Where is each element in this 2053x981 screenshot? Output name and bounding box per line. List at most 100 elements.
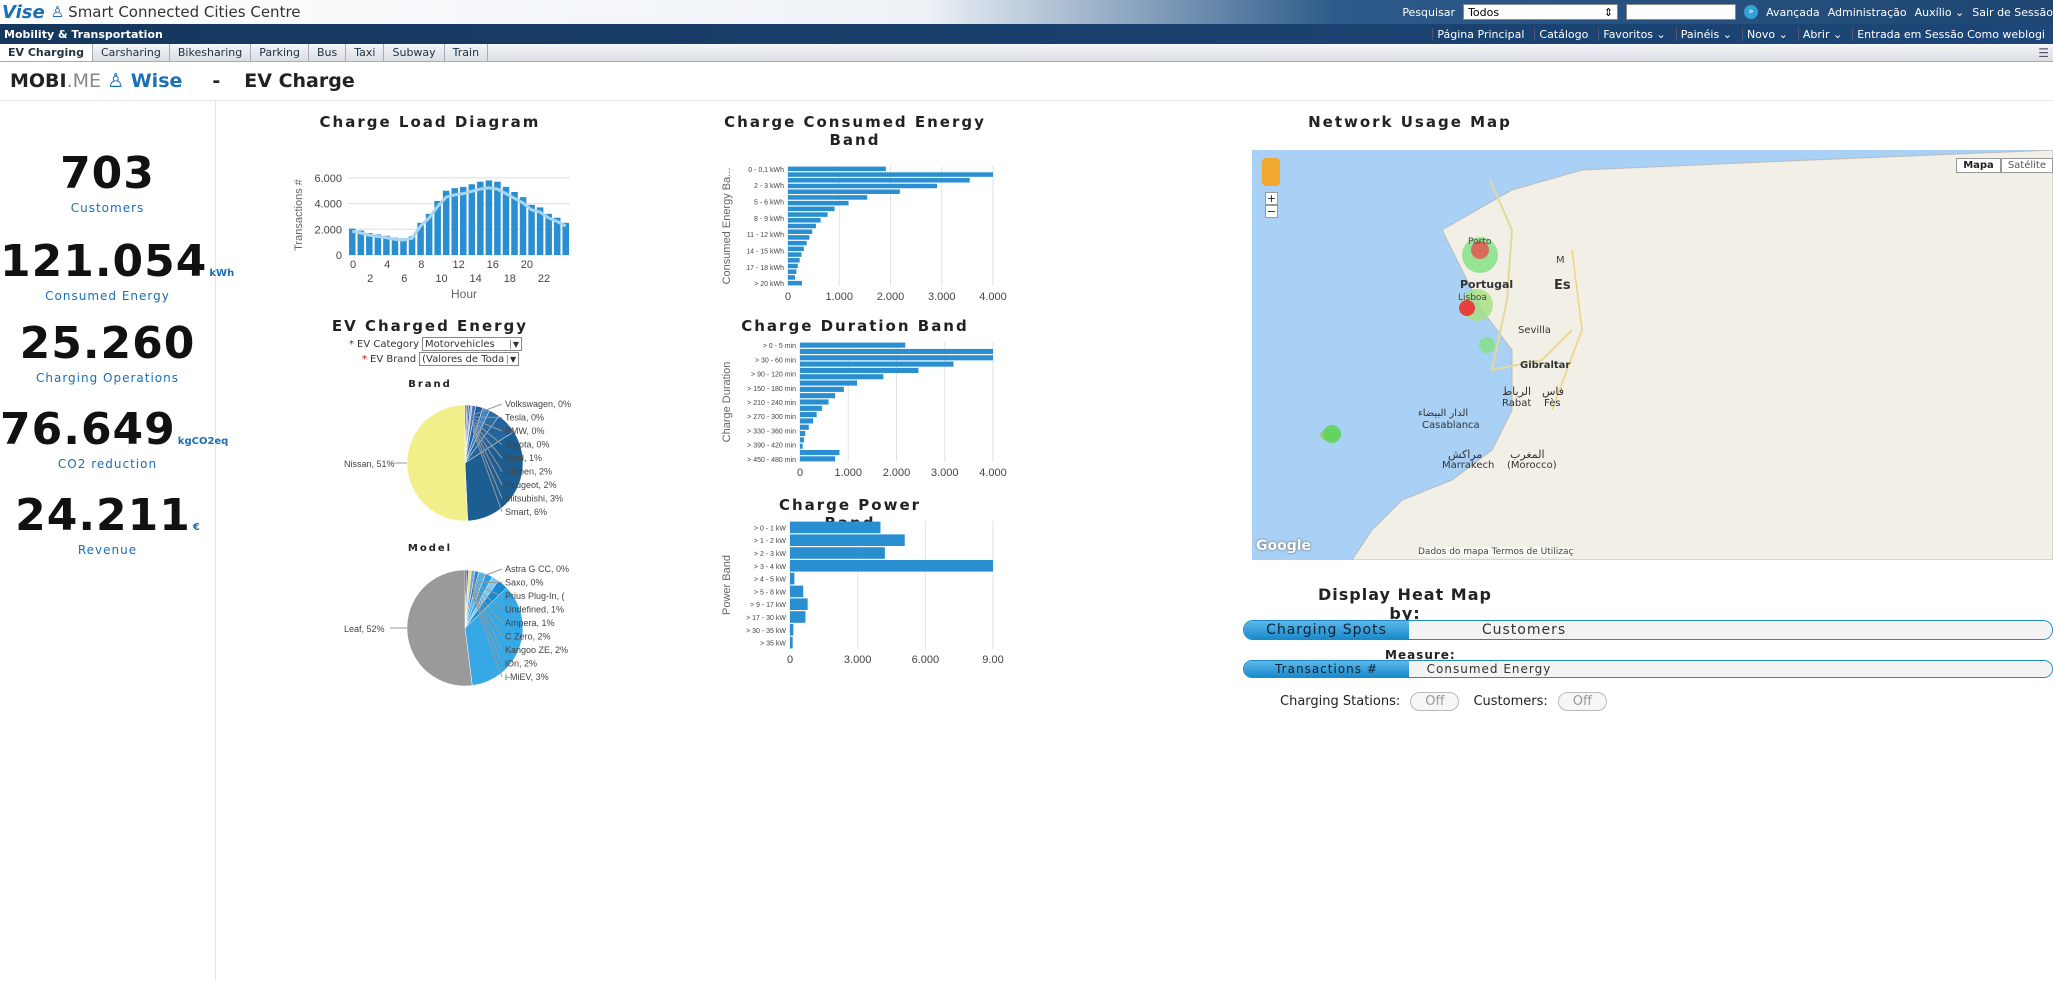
tab-carsharing[interactable]: Carsharing (93, 44, 170, 61)
map-label: Rabat (1502, 398, 1532, 409)
bar (790, 534, 905, 546)
ev-brand-select[interactable]: (Valores de Todas as▼ (419, 352, 520, 366)
home-link[interactable]: Página Principal (1432, 27, 1528, 41)
tab-parking[interactable]: Parking (251, 44, 310, 61)
open-menu[interactable]: Abrir ⌄ (1797, 27, 1846, 41)
charging-stations-toggle[interactable]: Off (1410, 692, 1460, 711)
tab-ev-charging[interactable]: EV Charging (0, 44, 93, 61)
kpi-unit: kWh (209, 268, 235, 279)
search-go-icon[interactable]: » (1744, 5, 1759, 19)
pie-slice (406, 569, 473, 687)
heatmap-by-charging-spots[interactable]: Charging Spots (1244, 621, 1409, 639)
bar (788, 195, 868, 200)
leader-line (472, 581, 503, 583)
bar (800, 437, 804, 443)
bar (788, 178, 970, 183)
pegman-icon[interactable] (1262, 158, 1280, 186)
pie-label: Opel, 1% (505, 453, 542, 463)
customers-toggle[interactable]: Off (1557, 692, 1607, 711)
measure-more[interactable] (1569, 661, 2052, 677)
map-title: Network Usage Map (1308, 113, 1512, 131)
model-pie-title: Model (407, 543, 453, 554)
kpi-charging-operations: 25.260 Charging Operations (0, 318, 215, 385)
map-type-satellite-button[interactable]: Satélite (2000, 158, 2053, 173)
ev-category-select[interactable]: Motorvehicles ▼ (422, 337, 523, 351)
tab-train[interactable]: Train (445, 44, 489, 61)
kpi-value: 121.054 (0, 236, 208, 287)
bar (800, 380, 858, 386)
y-tick-label: > 9 - 17 kW (750, 602, 786, 609)
duration-band-chart: 0 1.000 2.000 3.000 4.000 > 0 - 5 min > 30 - 6… (721, 342, 1007, 479)
brand-logo: Vise (2, 1, 45, 23)
map-attribution[interactable]: Dados do mapa Termos de Utilizaç (1418, 547, 1574, 557)
admin-link[interactable]: Administração (1828, 6, 1907, 19)
y-tick-label: > 5 - 8 kW (754, 589, 786, 596)
advanced-search-link[interactable]: Avançada (1766, 6, 1820, 19)
search-label: Pesquisar (1402, 5, 1456, 19)
pie-label: Smart, 6% (505, 507, 547, 517)
customers-label: Customers: (1473, 694, 1548, 709)
ev-category-value: Motorvehicles (425, 338, 495, 350)
y-axis-label: Consumed Energy Ba... (721, 168, 733, 285)
zoom-in-icon[interactable]: + (1265, 192, 1278, 205)
pie-slice (406, 404, 468, 522)
kpi-value: 703 (60, 148, 155, 199)
y-tick-label: > 30 - 60 min (755, 357, 796, 364)
kpi-label: Revenue (77, 543, 138, 557)
signed-in-as[interactable]: Entrada em Sessão Como weblogi (1852, 27, 2049, 41)
heatmap-by-more[interactable] (1639, 621, 2052, 639)
app-title: Smart Connected Cities Centre (68, 3, 301, 21)
bar (800, 424, 809, 430)
tab-taxi[interactable]: Taxi (346, 44, 385, 61)
map-label: Sevilla (1518, 325, 1551, 336)
x-tick-label: 9.00 (982, 654, 1003, 665)
new-menu[interactable]: Novo ⌄ (1741, 27, 1792, 41)
x-tick-label: 1.000 (834, 467, 862, 479)
title-bar: Vise ♙ Smart Connected Cities Centre Pes… (0, 0, 2053, 24)
bar (788, 218, 821, 223)
map-type-map-button[interactable]: Mapa (1956, 158, 2001, 173)
bar (788, 258, 800, 263)
bar (502, 186, 510, 255)
kpi-label: Customers (70, 201, 145, 215)
catalog-link[interactable]: Catálogo (1534, 27, 1592, 41)
bar (788, 263, 798, 269)
bar (788, 223, 816, 229)
zoom-out-icon[interactable]: − (1265, 205, 1278, 218)
chevron-down-icon: ▼ (509, 339, 519, 349)
measure-consumed-energy[interactable]: Consumed Energy (1409, 661, 1569, 677)
bar (788, 172, 993, 177)
page-options-icon[interactable]: ☰ (2038, 46, 2049, 60)
x-tick-label: 4.000 (979, 291, 1007, 300)
map-type-control: Mapa Satélite (1956, 158, 2053, 173)
tab-subway[interactable]: Subway (384, 44, 445, 61)
y-axis-label: Charge Duration (721, 362, 733, 443)
bar (788, 200, 849, 206)
x-tick-label: 0 (785, 291, 791, 300)
y-axis-label: Transactions # (293, 178, 305, 251)
map-label: Porto (1468, 237, 1492, 247)
dashboards-menu[interactable]: Painéis ⌄ (1675, 27, 1736, 41)
y-tick-label: 2 - 3 kWh (754, 183, 784, 190)
heat-spot (1323, 425, 1341, 443)
logout-link[interactable]: Sair de Sessão (1972, 6, 2053, 19)
chevron-down-icon: ⇕ (1603, 5, 1614, 19)
mobi-logo-suffix: .ME (66, 70, 102, 92)
pie-label: BMW, 0% (505, 426, 545, 436)
measure-transactions[interactable]: Transactions # (1244, 661, 1409, 677)
google-logo: Google (1256, 538, 1312, 554)
network-usage-map[interactable]: + − Mapa Satélite Porto Portugal Lisboa … (1252, 150, 2053, 560)
tab-bikesharing[interactable]: Bikesharing (170, 44, 252, 61)
help-link[interactable]: Auxílio ⌄ (1915, 6, 1965, 19)
search-input[interactable] (1626, 4, 1737, 20)
x-tick-label: 10 (435, 273, 447, 285)
bar (790, 560, 993, 572)
favorites-menu[interactable]: Favoritos ⌄ (1598, 27, 1669, 41)
y-tick-label: 4.000 (314, 199, 342, 211)
y-tick-label: 0 (336, 250, 342, 262)
tab-bus[interactable]: Bus (309, 44, 347, 61)
y-tick-label: > 150 - 180 min (747, 386, 796, 393)
y-axis-label: Power Band (721, 555, 733, 615)
search-scope-select[interactable]: Todos ⇕ (1463, 4, 1619, 20)
heatmap-by-customers[interactable]: Customers (1409, 621, 1639, 639)
